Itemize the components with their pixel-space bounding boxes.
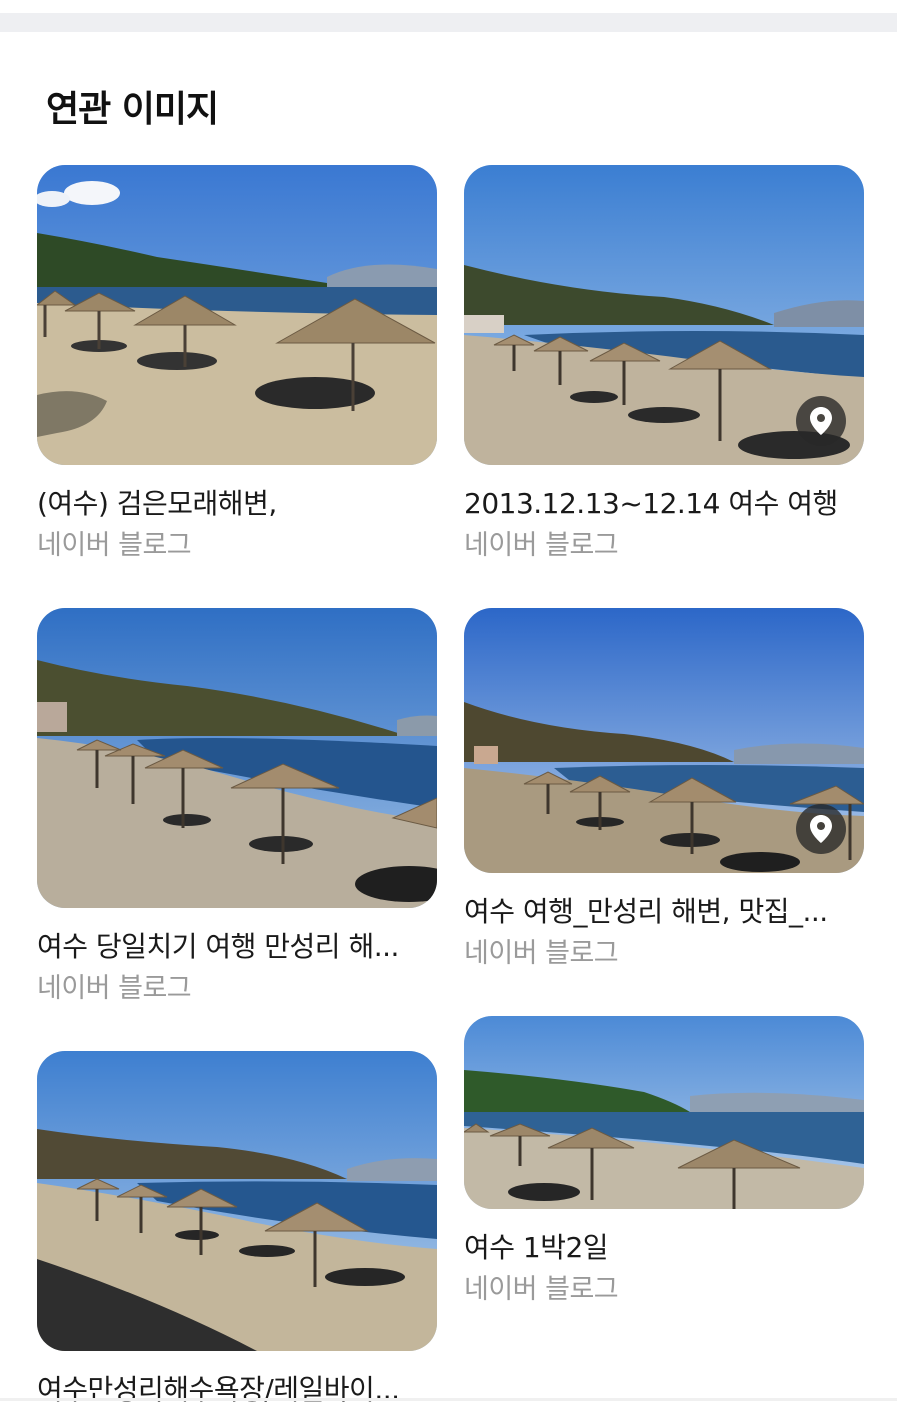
beach-photo [37, 165, 437, 465]
beach-photo [37, 1051, 437, 1351]
image-card[interactable]: 여수만성리해수욕장/레일바이... [37, 1051, 437, 1407]
card-source: 네이버 블로그 [464, 938, 619, 969]
right-column: 2013.12.13~12.14 여수 여행 네이버 블로그 여수 여행_만성리… [464, 165, 864, 1307]
card-source: 네이버 블로그 [464, 1274, 619, 1305]
card-title[interactable]: 2013.12.13~12.14 여수 여행 [464, 487, 854, 521]
image-thumbnail[interactable] [464, 1016, 864, 1209]
bottom-divider [0, 1398, 897, 1401]
beach-photo [464, 1016, 864, 1209]
image-thumbnail[interactable] [464, 165, 864, 465]
top-divider [0, 0, 897, 32]
card-title[interactable]: 여수 여행_만성리 해변, 맛집_... [464, 895, 854, 929]
image-thumbnail[interactable] [37, 165, 437, 465]
card-source: 네이버 블로그 [37, 530, 192, 561]
image-card[interactable]: 여수 1박2일 네이버 블로그 [464, 1016, 864, 1307]
section-title: 연관 이미지 [46, 89, 219, 130]
image-card[interactable]: 여수 여행_만성리 해변, 맛집_... 네이버 블로그 [464, 608, 864, 971]
card-source: 네이버 블로그 [37, 973, 192, 1004]
image-thumbnail[interactable] [37, 608, 437, 908]
card-title[interactable]: 여수 당일치기 여행 만성리 해... [37, 930, 427, 964]
map-pin-icon [810, 407, 832, 435]
location-badge[interactable] [796, 804, 846, 854]
card-title[interactable]: 여수만성리해수욕장/레일바이... [37, 1373, 427, 1407]
image-card[interactable]: (여수) 검은모래해변, 네이버 블로그 [37, 165, 437, 563]
image-thumbnail[interactable] [37, 1051, 437, 1351]
card-title[interactable]: (여수) 검은모래해변, [37, 487, 427, 521]
beach-photo [37, 608, 437, 908]
image-card[interactable]: 여수 당일치기 여행 만성리 해... 네이버 블로그 [37, 608, 437, 1006]
card-title[interactable]: 여수 1박2일 [464, 1231, 854, 1265]
image-thumbnail[interactable] [464, 608, 864, 873]
map-pin-icon [810, 815, 832, 843]
image-card[interactable]: 2013.12.13~12.14 여수 여행 네이버 블로그 [464, 165, 864, 563]
left-column: (여수) 검은모래해변, 네이버 블로그 여수 당일치기 여행 만성리 해...… [37, 165, 437, 1407]
card-source: 네이버 블로그 [464, 530, 619, 561]
location-badge[interactable] [796, 396, 846, 446]
